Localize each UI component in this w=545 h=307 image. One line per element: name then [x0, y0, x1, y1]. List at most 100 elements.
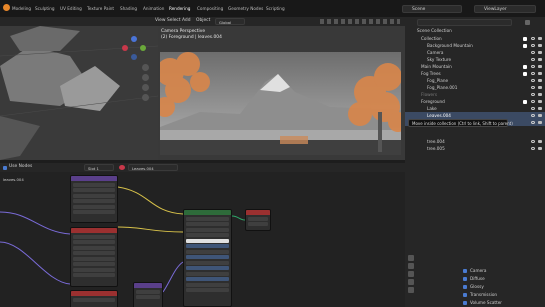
visibility-transmission-row[interactable]: Transmission — [463, 291, 497, 298]
outliner-row[interactable]: Fog_Plane.001 — [405, 84, 545, 91]
visibility-camera-row[interactable]: Camera — [463, 267, 486, 274]
camera-view-icon[interactable] — [142, 84, 149, 91]
tab-texture-paint[interactable]: Texture Paint — [87, 6, 114, 12]
material-selector[interactable]: Leaves.004 — [128, 164, 178, 171]
properties-tab-icon[interactable] — [408, 287, 414, 293]
checkbox[interactable] — [463, 300, 467, 305]
shader-node-editor[interactable]: leaves.004 — [0, 172, 405, 307]
view-layer-selector[interactable]: ViewLayer — [474, 5, 536, 13]
tab-compositing[interactable]: Compositing — [197, 6, 223, 12]
tab-geometry-nodes[interactable]: Geometry Nodes — [228, 6, 263, 12]
x-axis-icon[interactable] — [122, 45, 128, 51]
eye-icon[interactable] — [531, 114, 535, 117]
tab-uv-editing[interactable]: UV Editing — [60, 6, 82, 12]
y-axis-icon[interactable] — [140, 45, 146, 51]
render-camera-icon[interactable] — [538, 121, 542, 124]
render-camera-icon[interactable] — [538, 93, 542, 96]
outliner-row[interactable]: Collection — [405, 35, 545, 42]
eye-icon[interactable] — [531, 44, 535, 47]
outliner-row[interactable]: Background Mountain — [405, 42, 545, 49]
checkbox[interactable] — [463, 292, 467, 297]
texture-coordinate-node[interactable] — [133, 282, 163, 307]
camera-viewport[interactable]: Camera Perspective (2) Foreground | leav… — [158, 26, 405, 160]
use-nodes-checkbox[interactable] — [3, 165, 7, 170]
outliner-row[interactable]: Foreground — [405, 98, 545, 105]
exclude-checkbox[interactable] — [523, 36, 527, 41]
tab-rendering[interactable]: Rendering — [169, 6, 190, 12]
eye-icon[interactable] — [531, 147, 535, 150]
properties-tab-icon[interactable] — [408, 271, 414, 277]
outliner-row[interactable]: Lake — [405, 105, 545, 112]
pan-hand-icon[interactable] — [142, 74, 149, 81]
z-axis-icon[interactable] — [131, 36, 137, 42]
eye-icon[interactable] — [531, 58, 535, 61]
properties-tab-icon[interactable] — [408, 279, 414, 285]
orientation-dropdown[interactable]: Global — [215, 18, 245, 25]
filter-icon[interactable] — [525, 20, 530, 25]
outliner-row[interactable]: tree.004 — [405, 138, 545, 145]
neg-z-axis-icon[interactable] — [131, 54, 137, 60]
zoom-icon[interactable] — [142, 64, 149, 71]
render-camera-icon[interactable] — [538, 44, 542, 47]
exclude-checkbox[interactable] — [523, 99, 527, 104]
tab-animation[interactable]: Animation — [143, 6, 164, 12]
eye-icon[interactable] — [531, 65, 535, 68]
checkbox[interactable] — [463, 276, 467, 281]
tab-scripting[interactable]: Scripting — [266, 6, 285, 12]
outliner-search[interactable] — [417, 19, 512, 26]
exclude-checkbox[interactable] — [523, 43, 527, 48]
render-camera-icon[interactable] — [538, 100, 542, 103]
exclude-checkbox[interactable] — [523, 64, 527, 69]
tab-sculpting[interactable]: Sculpting — [35, 6, 55, 12]
mapping-node[interactable] — [70, 290, 118, 307]
eye-icon[interactable] — [531, 100, 535, 103]
menu-select[interactable]: Select — [167, 18, 181, 23]
properties-tab-icon[interactable] — [408, 255, 414, 261]
properties-tab-icon[interactable] — [408, 263, 414, 269]
render-camera-icon[interactable] — [538, 37, 542, 40]
outliner-row[interactable]: Flowers — [405, 91, 545, 98]
scene-selector[interactable]: Scene — [402, 5, 462, 13]
shading-mode-icons[interactable] — [320, 19, 400, 24]
eye-icon[interactable] — [531, 72, 535, 75]
image-texture-node[interactable] — [70, 175, 118, 223]
principled-bsdf-node[interactable] — [183, 209, 232, 307]
render-camera-icon[interactable] — [538, 107, 542, 110]
tab-shading[interactable]: Shading — [120, 6, 137, 12]
outliner-row[interactable]: Scene Collection — [405, 27, 545, 34]
eye-icon[interactable] — [531, 37, 535, 40]
eye-icon[interactable] — [531, 140, 535, 143]
outliner-row[interactable]: Fog Trees — [405, 70, 545, 77]
menu-add[interactable]: Add — [182, 18, 191, 23]
visibility-volume-scatter-row[interactable]: Volume Scatter — [463, 299, 502, 306]
outliner-row[interactable]: Main Mountain — [405, 63, 545, 70]
render-camera-icon[interactable] — [538, 72, 542, 75]
outliner-row-selected[interactable]: Leaves.004 — [405, 112, 545, 119]
eye-icon[interactable] — [531, 79, 535, 82]
outliner-row[interactable]: Fog_Plane — [405, 77, 545, 84]
eye-icon[interactable] — [531, 51, 535, 54]
3d-viewport[interactable] — [0, 26, 158, 160]
render-camera-icon[interactable] — [538, 86, 542, 89]
menu-view[interactable]: View — [155, 18, 165, 23]
render-camera-icon[interactable] — [538, 114, 542, 117]
exclude-checkbox[interactable] — [523, 71, 527, 76]
render-camera-icon[interactable] — [538, 147, 542, 150]
render-camera-icon[interactable] — [538, 51, 542, 54]
checkbox[interactable] — [463, 268, 467, 273]
render-camera-icon[interactable] — [538, 79, 542, 82]
image-texture-node-2[interactable] — [70, 227, 118, 287]
navigation-gizmo[interactable] — [122, 36, 146, 60]
perspective-toggle-icon[interactable] — [142, 94, 149, 101]
outliner-row[interactable]: tree.005 — [405, 145, 545, 152]
tab-modeling[interactable]: Modeling — [12, 6, 31, 12]
outliner-row[interactable]: Camera — [405, 49, 545, 56]
slot-dropdown[interactable]: Slot 1 — [84, 164, 114, 171]
visibility-diffuse-row[interactable]: Diffuse — [463, 275, 485, 282]
menu-object[interactable]: Object — [196, 18, 210, 23]
checkbox[interactable] — [463, 284, 467, 289]
outliner-row[interactable]: Sky Texture — [405, 56, 545, 63]
eye-icon[interactable] — [531, 93, 535, 96]
eye-icon[interactable] — [531, 86, 535, 89]
render-camera-icon[interactable] — [538, 140, 542, 143]
